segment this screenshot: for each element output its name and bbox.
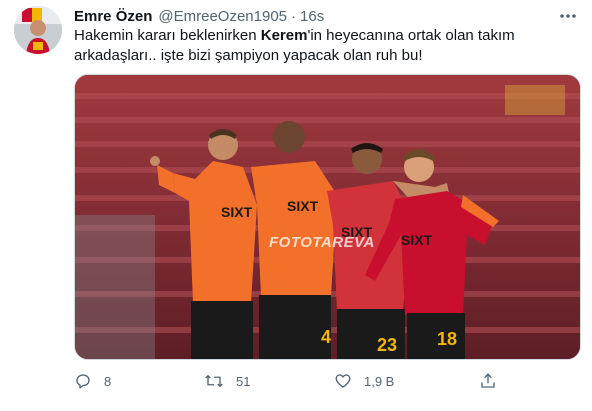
player-4-number: 18 bbox=[437, 329, 457, 349]
player-2-number: 4 bbox=[321, 327, 331, 347]
share-button[interactable] bbox=[479, 368, 497, 394]
tweet-actions: 8 51 1,9 B bbox=[74, 368, 514, 394]
tweet-photo[interactable]: 4 23 18 SIXT SIXT SIXT SIXT FOTOTAREVA bbox=[74, 74, 581, 360]
like-count: 1,9 B bbox=[364, 373, 395, 389]
retweet-icon bbox=[205, 374, 223, 388]
avatar[interactable] bbox=[14, 6, 62, 54]
avatar-image bbox=[14, 6, 62, 54]
like-icon bbox=[335, 374, 351, 388]
sponsor-1: SIXT bbox=[221, 204, 253, 220]
display-name[interactable]: Emre Özen bbox=[74, 8, 152, 25]
more-icon bbox=[560, 14, 576, 18]
football-players-photo: 4 23 18 SIXT SIXT SIXT SIXT FOTOTAREVA bbox=[75, 75, 580, 359]
user-handle[interactable]: @EmreeOzen1905 bbox=[158, 8, 287, 25]
tweet-text-part1: Hakemin kararı beklenirken bbox=[74, 27, 261, 44]
tweet-header: Emre Özen @EmreeOzen1905 · 16s bbox=[74, 6, 576, 26]
player-3-number: 23 bbox=[377, 335, 397, 355]
tweet[interactable]: Emre Özen @EmreeOzen1905 · 16s Hakemin k… bbox=[0, 0, 592, 411]
reply-button[interactable]: 8 bbox=[74, 368, 111, 394]
sponsor-2: SIXT bbox=[287, 198, 319, 214]
retweet-count: 51 bbox=[236, 373, 251, 389]
sponsor-4: SIXT bbox=[401, 232, 433, 248]
timestamp[interactable]: 16s bbox=[300, 8, 324, 25]
separator-dot: · bbox=[291, 7, 297, 25]
retweet-button[interactable]: 51 bbox=[204, 368, 250, 394]
reply-count: 8 bbox=[104, 373, 112, 389]
share-icon bbox=[481, 373, 495, 388]
tweet-text: Hakemin kararı beklenirken Kerem'in heye… bbox=[74, 26, 574, 66]
tweet-text-mention: Kerem bbox=[260, 27, 308, 44]
more-options-button[interactable] bbox=[556, 6, 580, 26]
photo-watermark: FOTOTAREVA bbox=[269, 234, 375, 251]
reply-icon bbox=[76, 374, 90, 389]
like-button[interactable]: 1,9 B bbox=[334, 368, 394, 394]
